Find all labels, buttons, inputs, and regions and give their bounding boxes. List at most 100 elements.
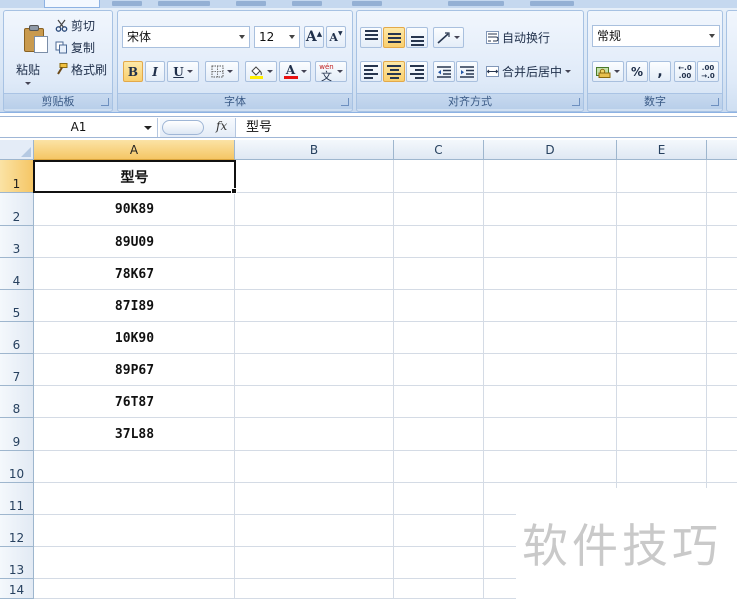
font-size-dropdown-icon	[289, 35, 295, 39]
cell-a5[interactable]: 87I89	[34, 290, 235, 322]
phonetic-guide-button[interactable]: wén 文	[315, 61, 347, 82]
wrap-text-button[interactable]: 自动换行	[483, 27, 581, 48]
align-center-icon	[387, 64, 401, 79]
cell-a3[interactable]: 89U09	[34, 226, 235, 258]
percent-icon: %	[630, 64, 644, 79]
cell-a6[interactable]: 10K90	[34, 322, 235, 354]
text-orientation-icon	[437, 31, 450, 44]
increase-decimal-button[interactable]: ←.0 .00	[674, 61, 696, 82]
tab-data[interactable]	[292, 1, 322, 6]
row-header-8[interactable]: 8	[0, 386, 34, 418]
number-format-select[interactable]: 常规	[592, 25, 720, 47]
column-header-e[interactable]: E	[617, 140, 707, 160]
row-header-9[interactable]: 9	[0, 418, 34, 451]
row-header-3[interactable]: 3	[0, 226, 34, 258]
align-top-button[interactable]	[360, 27, 382, 48]
tab-formulas[interactable]	[236, 1, 266, 6]
tab-page-layout[interactable]	[158, 1, 210, 6]
decrease-indent-button[interactable]	[433, 61, 455, 82]
number-dialog-launcher-icon[interactable]	[711, 98, 719, 106]
row-header-6[interactable]: 6	[0, 322, 34, 354]
formula-bar: A1 fx 型号	[0, 116, 737, 138]
percent-style-button[interactable]: %	[626, 61, 648, 82]
font-size-select[interactable]: 12	[254, 26, 300, 48]
underline-button[interactable]: U	[167, 61, 199, 82]
format-painter-button[interactable]: 格式刷	[52, 60, 112, 79]
align-left-button[interactable]	[360, 61, 382, 82]
row-header-10[interactable]: 10	[0, 451, 34, 483]
paste-button[interactable]: 粘贴	[7, 14, 49, 92]
tab-review[interactable]	[352, 1, 382, 6]
align-bottom-button[interactable]	[406, 27, 428, 48]
font-size-value: 12	[259, 30, 275, 44]
tab-insert[interactable]	[112, 1, 142, 6]
cell-a1[interactable]: 型号	[34, 160, 235, 193]
italic-button[interactable]: I	[145, 61, 165, 82]
tab-home[interactable]	[44, 0, 100, 8]
font-name-value: 宋体	[127, 30, 152, 44]
styles-group-partial	[726, 10, 737, 112]
number-format-value: 常规	[597, 29, 622, 43]
clipboard-dialog-launcher-icon[interactable]	[101, 98, 109, 106]
insert-function-button[interactable]: fx	[216, 119, 227, 133]
row-header-1[interactable]: 1	[0, 160, 34, 193]
align-center-button[interactable]	[383, 61, 405, 82]
font-color-button[interactable]: A	[279, 61, 311, 82]
row-header-14[interactable]: 14	[0, 579, 34, 599]
row-header-13[interactable]: 13	[0, 547, 34, 579]
font-name-select[interactable]: 宋体	[122, 26, 250, 48]
copy-label: 复制	[71, 41, 96, 55]
grow-font-icon: A	[305, 29, 317, 45]
paintbrush-icon	[57, 63, 68, 75]
wrap-text-icon	[486, 31, 499, 44]
row-header-5[interactable]: 5	[0, 290, 34, 322]
align-middle-button[interactable]	[383, 27, 405, 48]
column-header-a[interactable]: A	[34, 140, 235, 160]
cell-a8[interactable]: 76T87	[34, 386, 235, 418]
column-header-next[interactable]	[707, 140, 737, 160]
decrease-indent-icon	[437, 65, 451, 78]
formula-bar-handle[interactable]	[162, 120, 204, 135]
grow-font-button[interactable]: A ▲	[304, 26, 324, 48]
tab-addins[interactable]	[530, 1, 574, 6]
shrink-font-button[interactable]: A ▼	[326, 26, 346, 48]
copy-button[interactable]: 复制	[52, 38, 110, 57]
select-all-button[interactable]	[0, 140, 34, 160]
cell-a4[interactable]: 78K67	[34, 258, 235, 290]
decrease-decimal-button[interactable]: .00 →.0	[697, 61, 719, 82]
formula-bar-buttons: fx	[160, 118, 236, 137]
merge-center-button[interactable]: 合并后居中	[483, 61, 581, 82]
tab-view[interactable]	[448, 1, 504, 6]
column-header-b[interactable]: B	[235, 140, 394, 160]
comma-style-button[interactable]: ,	[649, 61, 671, 82]
borders-button[interactable]	[205, 61, 239, 82]
row-header-12[interactable]: 12	[0, 515, 34, 547]
fill-color-button[interactable]	[245, 61, 277, 82]
accounting-format-button[interactable]	[592, 61, 624, 82]
row-header-2[interactable]: 2	[0, 193, 34, 226]
row-gridline	[34, 578, 516, 579]
row-header-7[interactable]: 7	[0, 354, 34, 386]
fill-handle[interactable]	[231, 188, 237, 194]
clipboard-group-label: 剪贴板	[4, 93, 112, 109]
column-gridline	[706, 160, 707, 488]
bold-button[interactable]: B	[123, 61, 143, 82]
increase-indent-button[interactable]	[456, 61, 478, 82]
font-dialog-launcher-icon[interactable]	[341, 98, 349, 106]
cell-a9[interactable]: 37L88	[34, 418, 235, 451]
column-header-d[interactable]: D	[484, 140, 617, 160]
orientation-button[interactable]	[433, 27, 464, 48]
cell-a7[interactable]: 89P67	[34, 354, 235, 386]
row-header-4[interactable]: 4	[0, 258, 34, 290]
cut-button[interactable]: 剪切	[52, 16, 110, 35]
borders-dropdown-icon	[227, 70, 233, 73]
align-right-button[interactable]	[406, 61, 428, 82]
name-box[interactable]: A1	[0, 118, 158, 137]
alignment-dialog-launcher-icon[interactable]	[572, 98, 580, 106]
cell-a2[interactable]: 90K89	[34, 193, 235, 226]
formula-input[interactable]: 型号	[246, 118, 272, 137]
column-header-c[interactable]: C	[394, 140, 484, 160]
row-header-11[interactable]: 11	[0, 483, 34, 515]
font-color-icon: A	[285, 63, 296, 77]
worksheet-grid[interactable]: ABCDE 1 2 3 4 5 6 7 8 9 10 11 12 13 14 型号 90K89 89U09 78…	[0, 140, 737, 599]
